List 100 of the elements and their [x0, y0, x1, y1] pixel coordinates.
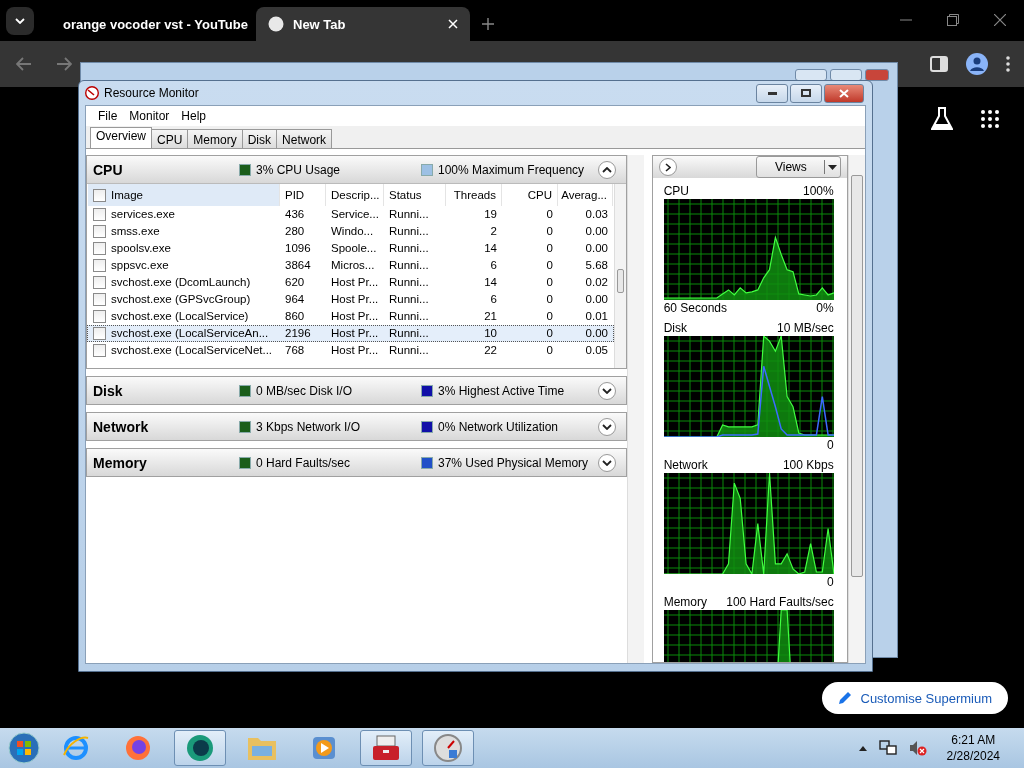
row-checkbox[interactable] — [93, 276, 106, 289]
table-row[interactable]: svchost.exe (DcomLaunch) 620 Host Pr... Runni... 14 0 0.02 — [87, 274, 614, 291]
table-cell: svchost.exe (DcomLaunch) — [111, 275, 251, 290]
row-checkbox[interactable] — [93, 293, 106, 306]
table-cell-text: Host Pr... — [330, 326, 380, 341]
maximize-button[interactable] — [790, 83, 822, 103]
toolbox-icon — [371, 734, 401, 762]
scale-max: 100% — [802, 184, 834, 198]
table-cell-text: Spoole... — [330, 241, 378, 256]
tab-search-button[interactable] — [6, 7, 34, 35]
table-cell-text: 0.00 — [584, 224, 609, 239]
table-row[interactable]: svchost.exe (LocalServiceAn... 2196 Host Pr... Runni... 10 0 0.00 — [87, 325, 614, 342]
menu-item[interactable]: Monitor — [123, 109, 176, 123]
table-row[interactable]: services.exe 436 Service... Runni... 19 0 0.03 — [87, 206, 614, 223]
row-checkbox[interactable] — [93, 327, 106, 340]
table-row[interactable]: svchost.exe (LocalService) 860 Host Pr... Runni... 21 0 0.01 — [87, 308, 614, 325]
table-cell-text: Host Pr... — [330, 309, 380, 324]
column-header[interactable]: Status — [384, 184, 446, 206]
views-button[interactable]: Views — [756, 156, 842, 178]
collapse-toggle[interactable] — [598, 382, 616, 400]
table-row[interactable]: smss.exe 280 Windo... Runni... 2 0 0.00 — [87, 223, 614, 240]
flask-icon[interactable] — [931, 107, 953, 131]
close-icon[interactable] — [994, 14, 1006, 26]
menu-icon[interactable] — [1006, 56, 1010, 72]
select-all-checkbox[interactable] — [93, 188, 106, 202]
section-header[interactable]: CPU 3% CPU Usage 100% Maximum Frequency — [87, 156, 626, 183]
taskbar-app[interactable] — [174, 730, 226, 766]
table-cell-text: Host Pr... — [330, 275, 380, 290]
table-cell-text: Runni... — [388, 224, 430, 239]
collapse-toggle[interactable] — [598, 161, 616, 179]
tab[interactable]: Disk — [241, 129, 278, 148]
scale-min: 0 — [826, 575, 834, 589]
table-row[interactable]: sppsvc.exe 3864 Micros... Runni... 6 0 5.68 — [87, 257, 614, 274]
column-header[interactable]: Averag... — [558, 184, 613, 206]
table-row[interactable]: svchost.exe (GPSvcGroup) 964 Host Pr... Runni... 6 0 0.00 — [87, 291, 614, 308]
column-header[interactable]: CPU — [502, 184, 558, 206]
collapse-toggle[interactable] — [598, 418, 616, 436]
stat-label: 100% Maximum Frequency — [438, 162, 585, 177]
expand-button[interactable] — [658, 158, 677, 176]
stat-label: 0 Hard Faults/sec — [256, 455, 351, 470]
row-checkbox[interactable] — [93, 310, 106, 323]
tab[interactable]: Memory — [187, 129, 243, 148]
back-icon[interactable] — [16, 57, 32, 71]
side-panel-icon[interactable] — [930, 55, 948, 73]
scrollbar[interactable] — [627, 155, 644, 663]
table-cell-text: 0 — [545, 207, 554, 222]
table-cell: svchost.exe (LocalServiceNet... — [111, 343, 273, 358]
collapse-toggle[interactable] — [598, 454, 616, 472]
date: 2/28/2024 — [946, 748, 1000, 764]
column-header[interactable]: PID — [280, 184, 326, 206]
section-header[interactable]: Disk 0 MB/sec Disk I/O 3% Highest Active Time — [87, 377, 626, 404]
table-cell-text: 0.00 — [584, 292, 609, 307]
new-tab-icon[interactable] — [482, 18, 494, 30]
profile-icon[interactable] — [966, 53, 988, 75]
window-title: Resource Monitor — [104, 86, 199, 100]
table-cell-text: 860 — [284, 309, 306, 324]
clock[interactable]: 6:21 AM 2/28/2024 — [946, 732, 1000, 764]
table-cell-text: 0 — [545, 275, 554, 290]
tab[interactable]: CPU — [151, 129, 189, 148]
table-cell: sppsvc.exe — [111, 258, 169, 273]
firefox-icon — [123, 733, 153, 763]
row-checkbox[interactable] — [93, 225, 106, 238]
scrollbar[interactable] — [848, 155, 865, 663]
column-header[interactable]: Descrip... — [326, 184, 384, 206]
row-checkbox[interactable] — [93, 259, 106, 272]
section-header[interactable]: Memory 0 Hard Faults/sec 37% Used Physical Memory — [87, 449, 626, 476]
table-cell-text: Host Pr... — [330, 343, 380, 358]
taskbar-app[interactable] — [360, 730, 412, 766]
browser-tab[interactable]: New Tab — [256, 7, 470, 41]
menu-item[interactable]: Help — [175, 109, 213, 123]
start-button[interactable] — [8, 732, 40, 764]
table-cell-text: Service... — [330, 207, 380, 222]
table-row[interactable]: svchost.exe (LocalServiceNet... 768 Host Pr... Runni... 22 0 0.05 — [87, 342, 614, 359]
tab[interactable]: Overview — [90, 127, 152, 148]
minimize-button[interactable] — [756, 83, 788, 103]
tab[interactable]: Network — [276, 129, 333, 148]
play-icon — [310, 734, 338, 762]
customise-button[interactable]: Customise Supermium — [821, 682, 1008, 714]
table-cell: spoolsv.exe — [111, 241, 171, 256]
column-header[interactable]: Threads — [446, 184, 502, 206]
table-cell-text: 14 — [483, 241, 498, 256]
table-cell-text: 768 — [284, 343, 306, 358]
forward-icon[interactable] — [56, 57, 72, 71]
column-header[interactable]: Image — [88, 184, 280, 206]
row-checkbox[interactable] — [93, 208, 106, 221]
scrollbar[interactable] — [614, 184, 626, 368]
row-checkbox[interactable] — [93, 344, 106, 357]
section-title: CPU — [93, 161, 124, 178]
section-header[interactable]: Network 3 Kbps Network I/O 0% Network Utilization — [87, 413, 626, 440]
network-icon[interactable] — [878, 740, 897, 756]
close-button[interactable] — [824, 83, 864, 103]
apps-grid-icon[interactable] — [981, 110, 999, 128]
table-row[interactable]: spoolsv.exe 1096 Spoole... Runni... 14 0 0.00 — [87, 240, 614, 257]
table-cell-text: 6 — [489, 292, 498, 307]
row-checkbox[interactable] — [93, 242, 106, 255]
menu-item[interactable]: File — [92, 109, 124, 123]
restore-icon[interactable] — [947, 14, 959, 26]
browser-tab[interactable]: orange vocoder vst - YouTube — [42, 7, 256, 41]
show-hidden-icons-icon[interactable] — [858, 745, 867, 751]
muted-speaker-icon[interactable] — [908, 740, 927, 756]
